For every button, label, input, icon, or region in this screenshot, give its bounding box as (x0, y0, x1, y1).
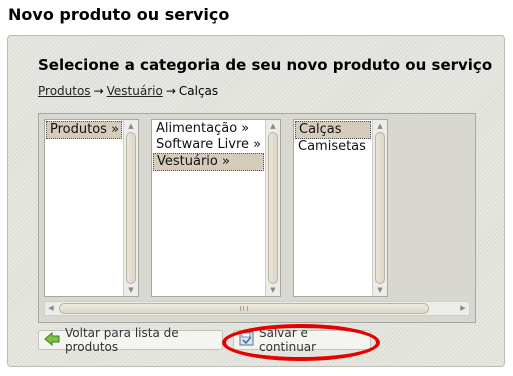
save-button-label: Salvar e continuar (259, 326, 317, 354)
back-to-list-button[interactable]: Voltar para lista de produtos (38, 326, 223, 354)
scroll-down-icon[interactable]: ▼ (266, 284, 280, 296)
category-lists-frame: Produtos » ▲ ▼ Alimentação » Software Li… (38, 113, 476, 323)
back-arrow-icon (44, 331, 60, 349)
grip-icon (240, 306, 248, 311)
list-item[interactable]: Produtos » (46, 121, 122, 139)
scroll-thumb[interactable] (375, 132, 385, 284)
breadcrumb-separator: → (93, 84, 104, 98)
list-item[interactable]: Vestuário » (153, 153, 264, 171)
list-item[interactable]: Alimentação » (153, 121, 264, 137)
scroll-thumb[interactable] (59, 303, 429, 314)
category-list-level-1[interactable]: Produtos » ▲ ▼ (44, 119, 139, 297)
breadcrumb-current: Calças (178, 84, 219, 98)
vertical-scrollbar[interactable]: ▲ ▼ (123, 120, 138, 296)
save-icon (239, 331, 254, 349)
list-item[interactable]: Calças (295, 121, 371, 139)
category-panel: Selecione a categoria de seu novo produt… (7, 35, 505, 367)
scroll-up-icon[interactable]: ▲ (373, 120, 387, 132)
list-item[interactable]: Camisetas (295, 139, 371, 155)
scroll-thumb[interactable] (126, 132, 136, 284)
page-title: Novo produto ou serviço (8, 5, 230, 24)
vertical-scrollbar[interactable]: ▲ ▼ (372, 120, 387, 296)
vertical-scrollbar[interactable]: ▲ ▼ (265, 120, 280, 296)
scroll-left-icon[interactable]: ◀ (45, 302, 57, 315)
breadcrumb: Produtos → Vestuário → Calças (38, 84, 218, 98)
scroll-down-icon[interactable]: ▼ (124, 284, 138, 296)
horizontal-scrollbar[interactable]: ◀ ▶ (44, 301, 470, 316)
category-list-level-2[interactable]: Alimentação » Software Livre » Vestuário… (151, 119, 281, 297)
save-and-continue-button[interactable]: Salvar e continuar (233, 326, 371, 354)
panel-heading: Selecione a categoria de seu novo produt… (38, 56, 493, 74)
scroll-down-icon[interactable]: ▼ (373, 284, 387, 296)
category-list-level-3[interactable]: Calças Camisetas ▲ ▼ (293, 119, 388, 297)
scroll-thumb[interactable] (268, 132, 278, 284)
scroll-up-icon[interactable]: ▲ (266, 120, 280, 132)
breadcrumb-separator: → (165, 84, 176, 98)
breadcrumb-link-produtos[interactable]: Produtos (38, 84, 91, 98)
back-button-label: Voltar para lista de produtos (65, 326, 179, 354)
list-item[interactable]: Software Livre » (153, 137, 264, 153)
breadcrumb-link-vestuario[interactable]: Vestuário (107, 84, 163, 98)
scroll-right-icon[interactable]: ▶ (457, 302, 469, 315)
scroll-up-icon[interactable]: ▲ (124, 120, 138, 132)
